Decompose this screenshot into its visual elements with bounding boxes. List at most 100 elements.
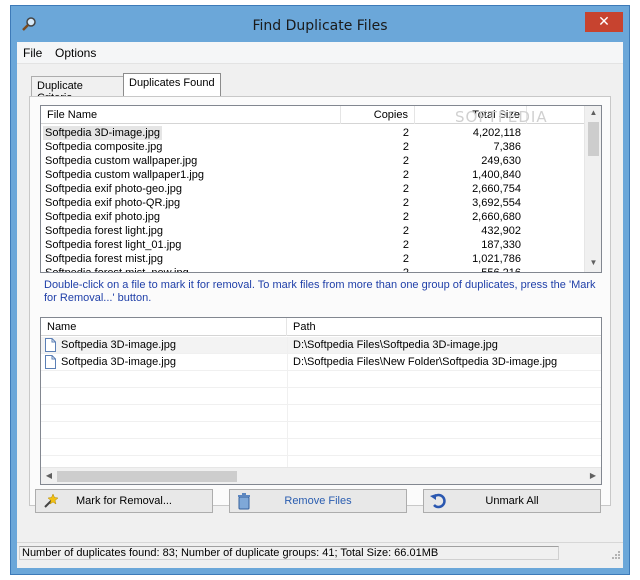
title-bar[interactable]: Find Duplicate Files ✕ bbox=[11, 6, 629, 42]
column-copies[interactable]: Copies bbox=[341, 106, 415, 124]
row-file-name: Softpedia exif photo-geo.jpg bbox=[45, 183, 182, 195]
row-copies: 2 bbox=[402, 267, 409, 273]
row-copies: 2 bbox=[402, 197, 409, 209]
app-window: Find Duplicate Files ✕ File Options Dupl… bbox=[10, 5, 630, 575]
row-file-name: Softpedia exif photo-QR.jpg bbox=[45, 197, 181, 209]
tab-duplicate-criteria[interactable]: Duplicate Criteria bbox=[31, 76, 125, 104]
client-area: File Options Duplicate Criteria Duplicat… bbox=[17, 42, 623, 568]
file-path: D:\Softpedia Files\Softpedia 3D-image.jp… bbox=[293, 339, 498, 351]
scroll-up-arrow-icon[interactable]: ▲ bbox=[585, 106, 601, 120]
empty-row bbox=[41, 422, 601, 439]
file-icon bbox=[45, 355, 56, 369]
tab-duplicates-found[interactable]: Duplicates Found bbox=[123, 73, 221, 97]
empty-row bbox=[41, 371, 601, 388]
column-separator bbox=[287, 337, 288, 354]
row-file-name: Softpedia composite.jpg bbox=[45, 141, 163, 153]
duplicate-group-row[interactable]: Softpedia 3D-image.jpg 2 4,202,118 bbox=[41, 126, 586, 140]
row-copies: 2 bbox=[402, 253, 409, 265]
file-row[interactable]: Softpedia 3D-image.jpg D:\Softpedia Files… bbox=[41, 337, 601, 354]
unmark-all-label: Unmark All bbox=[485, 495, 539, 507]
row-copies: 2 bbox=[402, 155, 409, 167]
column-name[interactable]: Name bbox=[41, 318, 287, 336]
row-file-name: Softpedia forest mist.jpg bbox=[45, 253, 164, 265]
status-bar: Number of duplicates found: 83; Number o… bbox=[17, 542, 623, 562]
row-total-size: 7,386 bbox=[493, 141, 521, 153]
remove-files-button[interactable]: Remove Files bbox=[229, 489, 407, 513]
column-file-name[interactable]: File Name bbox=[41, 106, 341, 124]
row-file-name: Softpedia forest light_01.jpg bbox=[45, 239, 182, 251]
row-total-size: 556,216 bbox=[481, 267, 521, 273]
scroll-right-arrow-icon[interactable]: ▶ bbox=[585, 468, 601, 484]
row-file-name: Softpedia 3D-image.jpg bbox=[43, 126, 162, 140]
column-path[interactable]: Path bbox=[287, 318, 601, 336]
row-copies: 2 bbox=[402, 169, 409, 181]
resize-grip-icon[interactable] bbox=[611, 550, 621, 560]
column-separator bbox=[287, 439, 288, 456]
duplicate-group-row[interactable]: Softpedia custom wallpaper1.jpg 2 1,400,84… bbox=[41, 168, 586, 182]
duplicate-group-row[interactable]: Softpedia forest mist.jpg 2 1,021,786 bbox=[41, 252, 586, 266]
duplicate-group-row[interactable]: Softpedia composite.jpg 2 7,386 bbox=[41, 140, 586, 154]
duplicate-group-row[interactable]: Softpedia exif photo-geo.jpg 2 2,660,754 bbox=[41, 182, 586, 196]
menu-bar: File Options bbox=[17, 42, 623, 64]
row-copies: 2 bbox=[402, 211, 409, 223]
mark-for-removal-label: Mark for Removal... bbox=[76, 495, 172, 507]
row-total-size: 187,330 bbox=[481, 239, 521, 251]
empty-row bbox=[41, 439, 601, 456]
row-copies: 2 bbox=[402, 239, 409, 251]
file-row[interactable]: Softpedia 3D-image.jpg D:\Softpedia Files… bbox=[41, 354, 601, 371]
row-copies: 2 bbox=[402, 127, 409, 139]
close-button[interactable]: ✕ bbox=[585, 12, 623, 32]
scroll-down-arrow-icon[interactable]: ▼ bbox=[585, 256, 601, 270]
column-separator bbox=[287, 422, 288, 439]
row-total-size: 4,202,118 bbox=[472, 127, 521, 139]
row-total-size: 2,660,680 bbox=[472, 211, 521, 223]
duplicates-found-panel: File Name Copies Total Size SOFTPEDIA So… bbox=[29, 96, 611, 506]
empty-row bbox=[41, 388, 601, 405]
duplicate-group-row[interactable]: Softpedia exif photo.jpg 2 2,660,680 bbox=[41, 210, 586, 224]
row-copies: 2 bbox=[402, 141, 409, 153]
column-separator bbox=[287, 388, 288, 405]
duplicate-group-row[interactable]: Softpedia forest light_01.jpg 2 187,330 bbox=[41, 238, 586, 252]
row-file-name: Softpedia forest mist_new.jpg bbox=[45, 267, 189, 273]
unmark-all-button[interactable]: Unmark All bbox=[423, 489, 601, 513]
row-total-size: 2,660,754 bbox=[472, 183, 521, 195]
horizontal-scroll-thumb[interactable] bbox=[57, 471, 237, 482]
scroll-left-arrow-icon[interactable]: ◀ bbox=[41, 468, 57, 484]
duplicate-group-row[interactable]: Softpedia forest mist_new.jpg 2 556,216 bbox=[41, 266, 586, 273]
file-name: Softpedia 3D-image.jpg bbox=[61, 339, 176, 351]
status-text: Number of duplicates found: 83; Number o… bbox=[19, 546, 559, 560]
file-icon bbox=[45, 338, 56, 352]
row-total-size: 432,902 bbox=[481, 225, 521, 237]
duplicate-files-list[interactable]: Name Path Softpedia 3D-image.jpg D:\Softp… bbox=[40, 317, 602, 485]
column-separator bbox=[287, 371, 288, 388]
row-copies: 2 bbox=[402, 183, 409, 195]
row-file-name: Softpedia custom wallpaper.jpg bbox=[45, 155, 198, 167]
softpedia-watermark: SOFTPEDIA bbox=[455, 108, 548, 126]
row-total-size: 249,630 bbox=[481, 155, 521, 167]
row-total-size: 1,021,786 bbox=[472, 253, 521, 265]
row-copies: 2 bbox=[402, 225, 409, 237]
duplicates-vertical-scrollbar[interactable]: ▲ ▼ bbox=[584, 106, 601, 272]
scroll-thumb[interactable] bbox=[588, 122, 599, 156]
row-file-name: Softpedia forest light.jpg bbox=[45, 225, 164, 237]
row-total-size: 3,692,554 bbox=[472, 197, 521, 209]
duplicate-group-row[interactable]: Softpedia custom wallpaper.jpg 2 249,630 bbox=[41, 154, 586, 168]
column-separator bbox=[287, 405, 288, 422]
empty-row bbox=[41, 405, 601, 422]
files-horizontal-scrollbar[interactable]: ◀ ▶ bbox=[41, 467, 601, 484]
row-file-name: Softpedia custom wallpaper1.jpg bbox=[45, 169, 204, 181]
removal-hint: Double-click on a file to mark it for re… bbox=[44, 279, 596, 304]
row-total-size: 1,400,840 bbox=[472, 169, 521, 181]
window-title: Find Duplicate Files bbox=[252, 18, 388, 34]
files-list-header: Name Path bbox=[41, 318, 601, 336]
column-separator bbox=[287, 354, 288, 371]
menu-file[interactable]: File bbox=[23, 46, 42, 60]
menu-options[interactable]: Options bbox=[55, 46, 96, 60]
file-name: Softpedia 3D-image.jpg bbox=[61, 356, 176, 368]
remove-files-label: Remove Files bbox=[284, 495, 352, 507]
duplicate-group-row[interactable]: Softpedia exif photo-QR.jpg 2 3,692,554 bbox=[41, 196, 586, 210]
duplicates-list[interactable]: File Name Copies Total Size SOFTPEDIA So… bbox=[40, 105, 602, 273]
duplicate-group-row[interactable]: Softpedia forest light.jpg 2 432,902 bbox=[41, 224, 586, 238]
mark-for-removal-button[interactable]: Mark for Removal... bbox=[35, 489, 213, 513]
file-path: D:\Softpedia Files\New Folder\Softpedia … bbox=[293, 356, 558, 368]
